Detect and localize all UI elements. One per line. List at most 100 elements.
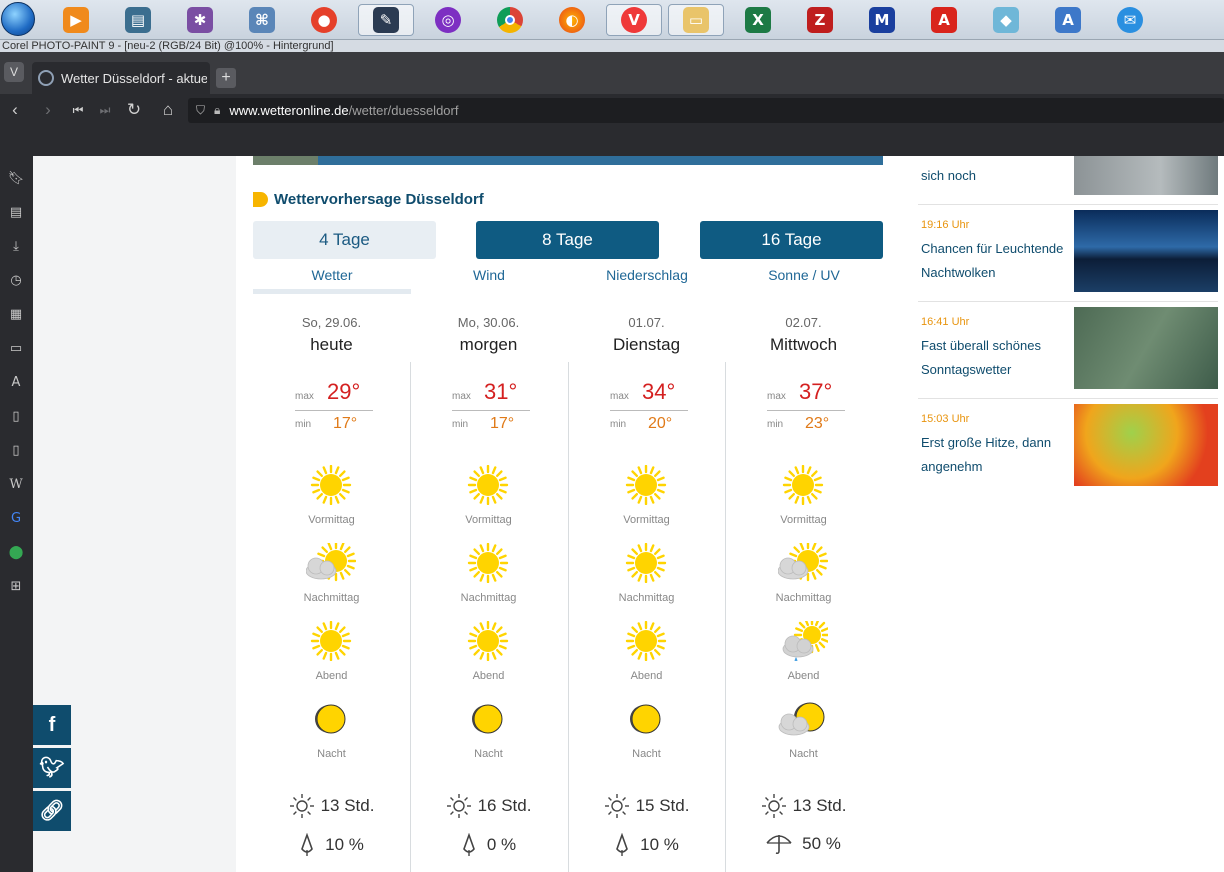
- atlas-app-icon[interactable]: ⌘: [246, 4, 278, 36]
- rewind-icon[interactable]: ⏮: [66, 98, 90, 122]
- translate-icon[interactable]: A: [7, 374, 25, 392]
- subtab-niederschlag[interactable]: Niederschlag: [568, 267, 726, 283]
- vivaldi-icon[interactable]: V: [606, 4, 662, 36]
- active-tab-underline: [253, 289, 411, 294]
- shield-icon[interactable]: ⛉: [196, 103, 205, 118]
- subtab-wetter[interactable]: Wetter: [253, 267, 411, 283]
- period-label: Vormittag: [465, 514, 512, 526]
- new-tab-button[interactable]: +: [216, 68, 236, 88]
- max-label: max: [452, 391, 471, 402]
- news-item[interactable]: sich noch: [918, 156, 1218, 205]
- filezilla-icon[interactable]: Z: [804, 4, 836, 36]
- tab-4-days[interactable]: 4 Tage: [253, 221, 436, 259]
- bookmark-icon[interactable]: 🔖︎: [7, 170, 25, 188]
- forward-icon[interactable]: ›: [36, 98, 60, 122]
- forecast-day-column[interactable]: 02.07. Mittwoch max 37° min 23° Vormitta…: [725, 305, 882, 872]
- period-label: Abend: [787, 670, 820, 682]
- news-image[interactable]: [1074, 404, 1218, 486]
- link-share-icon[interactable]: 🔗︎: [33, 791, 71, 831]
- temperature-max: max 34°: [610, 379, 688, 411]
- sun-hours: 13 Std.: [725, 793, 882, 819]
- windows-taskbar: ▶ ▤ ✱ ⌘ ● ✎ ◎ ◐ V ▭ X Z M A ◆ A ✉: [0, 0, 1224, 40]
- news-title[interactable]: sich noch: [921, 164, 1069, 188]
- acrobat-icon[interactable]: A: [928, 4, 960, 36]
- umbrella-icon: [766, 835, 792, 855]
- news-title[interactable]: Chancen für Leuchtende Nachtwolken: [921, 237, 1069, 285]
- min-temp-value: 20°: [648, 415, 673, 432]
- window-icon[interactable]: ▭: [7, 340, 25, 358]
- day-name: heute: [310, 335, 353, 354]
- rm-app-icon[interactable]: M: [866, 4, 898, 36]
- media-player-icon[interactable]: ▶: [60, 4, 92, 36]
- image-viewer-icon[interactable]: ▤: [122, 4, 154, 36]
- wikipedia-icon[interactable]: W: [7, 476, 25, 494]
- news-item[interactable]: 19:16 Uhr Chancen für Leuchtende Nachtwo…: [918, 205, 1218, 302]
- maps-icon[interactable]: ⬤: [7, 544, 25, 562]
- rain-probability: 0 %: [410, 833, 567, 857]
- news-title[interactable]: Erst große Hitze, dann angenehm: [921, 431, 1069, 479]
- forecast-day-column[interactable]: So, 29.06. heute max 29° min 17° Vormitt…: [253, 305, 410, 872]
- google-icon[interactable]: G: [7, 510, 25, 528]
- period-label: Nacht: [632, 748, 661, 760]
- period-label: Nachmittag: [303, 592, 360, 604]
- home-icon[interactable]: ⌂: [156, 98, 180, 122]
- weather-period: [463, 542, 513, 584]
- day-name: morgen: [459, 335, 518, 354]
- sun-cloud-rain-icon: [782, 616, 831, 664]
- start-orb-icon[interactable]: [1, 2, 35, 36]
- subtab-sonne-uv[interactable]: Sonne / UV: [725, 267, 883, 283]
- subtab-wind[interactable]: Wind: [410, 267, 568, 283]
- weather-period: [463, 464, 513, 506]
- browser-tab[interactable]: Wetter Düsseldorf - aktuelles Wetter: [32, 62, 210, 94]
- corel-photo-paint-icon[interactable]: ✎: [358, 4, 414, 36]
- back-icon[interactable]: ‹: [3, 98, 27, 122]
- news-image[interactable]: [1074, 307, 1218, 389]
- reading-list-icon[interactable]: ▤: [7, 204, 25, 222]
- balloon-app-icon[interactable]: ●: [308, 4, 340, 36]
- history-icon[interactable]: ◷: [7, 272, 25, 290]
- tor-browser-icon[interactable]: ◎: [432, 4, 464, 36]
- document-icon[interactable]: ▯: [7, 408, 25, 426]
- min-temp-value: 17°: [333, 415, 358, 432]
- forecast-day-column[interactable]: Mo, 30.06. morgen max 31° min 17° Vormit…: [410, 305, 567, 872]
- file-explorer-icon[interactable]: ▭: [668, 4, 724, 36]
- news-item[interactable]: 16:41 Uhr Fast überall schönes Sonntagsw…: [918, 302, 1218, 399]
- excel-icon[interactable]: X: [742, 4, 774, 36]
- tab-16-days[interactable]: 16 Tage: [700, 221, 883, 259]
- thunderbird-icon[interactable]: ✉: [1114, 4, 1146, 36]
- spider-app-icon[interactable]: ✱: [184, 4, 216, 36]
- tab-8-days[interactable]: 8 Tage: [476, 221, 659, 259]
- day-date: 01.07.: [628, 315, 665, 330]
- twitter-share-icon[interactable]: 🐦︎: [33, 748, 71, 788]
- chrome-icon[interactable]: [494, 4, 526, 36]
- download-icon[interactable]: ⤓: [7, 238, 25, 256]
- corel-window-title: Corel PHOTO-PAINT 9 - [neu-2 (RGB/24 Bit…: [0, 40, 1224, 52]
- facebook-share-icon[interactable]: f: [33, 705, 71, 745]
- sun-hours-value: 13 Std.: [320, 796, 375, 815]
- news-image[interactable]: [1074, 210, 1218, 292]
- notes-icon[interactable]: ▦: [7, 306, 25, 324]
- sun-icon: [782, 464, 824, 506]
- weather-period: [778, 464, 828, 506]
- vivaldi-menu-icon[interactable]: V: [4, 62, 24, 82]
- news-title[interactable]: Fast überall schönes Sonntagswetter: [921, 334, 1069, 382]
- globe-icon: [38, 70, 54, 86]
- news-item[interactable]: 15:03 Uhr Erst große Hitze, dann angeneh…: [918, 399, 1218, 496]
- sun-hours-value: 13 Std.: [792, 796, 847, 815]
- wordpad-icon[interactable]: A: [1052, 4, 1084, 36]
- address-bar[interactable]: ⛉ 🔒︎ www.wetteronline.de/wetter/duesseld…: [188, 98, 1224, 123]
- sun-cloud-icon: [777, 540, 829, 582]
- min-temp-value: 23°: [805, 415, 830, 432]
- min-label: min: [295, 419, 312, 430]
- news-image[interactable]: [1074, 156, 1218, 195]
- add-panel-icon[interactable]: ⊞: [7, 578, 25, 596]
- fast-forward-icon[interactable]: ⏭: [93, 98, 117, 122]
- firefox-icon[interactable]: ◐: [556, 4, 588, 36]
- sun-icon: [310, 620, 352, 662]
- map-preview[interactable]: [253, 156, 883, 165]
- glass-app-icon[interactable]: ◆: [990, 4, 1022, 36]
- bookmark-bar: [0, 128, 1224, 156]
- reload-icon[interactable]: ↻: [122, 98, 146, 122]
- forecast-day-column[interactable]: 01.07. Dienstag max 34° min 20° Vormitta…: [568, 305, 725, 872]
- document-icon[interactable]: ▯: [7, 442, 25, 460]
